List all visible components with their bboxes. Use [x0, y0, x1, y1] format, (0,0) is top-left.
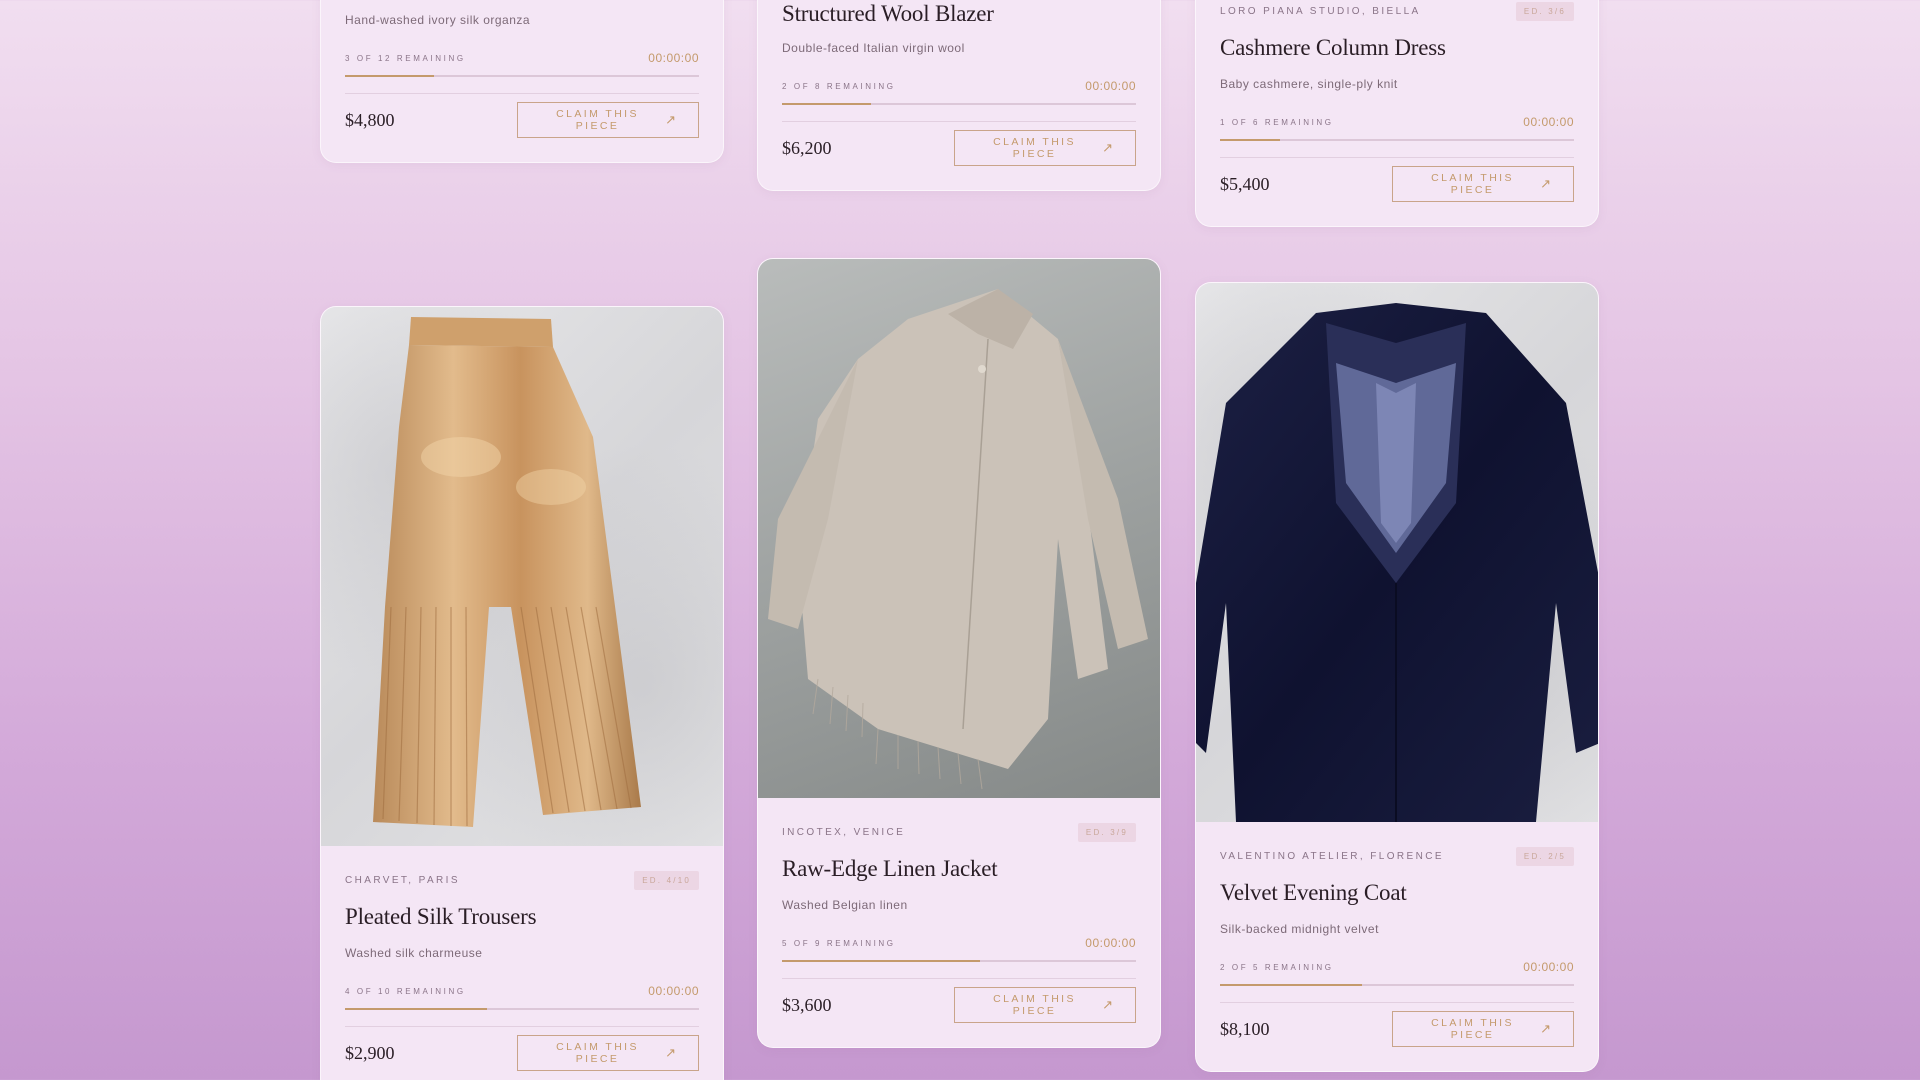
- stock-progress-bar: [1220, 984, 1574, 986]
- countdown-timer: 00:00:00: [648, 984, 699, 998]
- stock-progress-fill: [1220, 139, 1281, 141]
- claim-label: Claim this piece: [993, 136, 1076, 160]
- maker-label: Incotex, Venice: [782, 826, 906, 838]
- product-card-2: Structured Wool Blazer Double-faced Ital…: [757, 0, 1161, 191]
- claim-button[interactable]: Claim this piece ↗: [517, 102, 699, 138]
- stock-progress-bar: [782, 103, 1136, 105]
- remaining-count: 5 of 9 remaining: [782, 938, 896, 948]
- stock-progress-fill: [782, 960, 981, 962]
- product-title: Structured Wool Blazer: [782, 1, 994, 26]
- claim-label: Claim this piece: [556, 108, 639, 132]
- price: $5,400: [1220, 173, 1270, 194]
- claim-button[interactable]: Claim this piece ↗: [517, 1035, 699, 1071]
- velvet-coat-illustration: [1196, 303, 1598, 822]
- divider: [1220, 1002, 1574, 1003]
- stock-progress-fill: [345, 1008, 487, 1010]
- product-description: Silk-backed midnight velvet: [1220, 922, 1379, 936]
- countdown-timer: 00:00:00: [648, 51, 699, 65]
- velvet-evening-coat-photo[interactable]: [1196, 283, 1598, 822]
- claim-button[interactable]: Claim this piece ↗: [1392, 1011, 1574, 1047]
- arrow-up-right-icon: ↗: [665, 112, 676, 127]
- claim-label: Claim this piece: [556, 1041, 639, 1065]
- product-title: Raw-Edge Linen Jacket: [782, 856, 998, 881]
- product-description: Hand-washed ivory silk organza: [345, 13, 531, 27]
- stock-progress-fill: [782, 103, 871, 105]
- product-card-6: Valentino Atelier, Florence Ed. 2/5 Velv…: [1195, 282, 1599, 1072]
- product-description: Baby cashmere, single-ply knit: [1220, 77, 1398, 91]
- claim-label: Claim this piece: [1431, 172, 1514, 196]
- countdown-timer: 00:00:00: [1523, 115, 1574, 129]
- product-card-1: Hand-washed ivory silk organza 3 of 12 r…: [320, 0, 724, 163]
- product-title: Cashmere Column Dress: [1220, 35, 1446, 60]
- product-card-5: Incotex, Venice Ed. 3/9 Raw-Edge Linen J…: [757, 258, 1161, 1048]
- stock-progress-bar: [782, 960, 1136, 962]
- stock-progress-fill: [1220, 984, 1362, 986]
- edition-badge: Ed. 2/5: [1515, 846, 1574, 866]
- countdown-timer: 00:00:00: [1085, 936, 1136, 950]
- remaining-count: 2 of 5 remaining: [1220, 962, 1334, 972]
- stock-progress-fill: [345, 75, 434, 77]
- countdown-timer: 00:00:00: [1523, 960, 1574, 974]
- divider: [345, 93, 699, 94]
- remaining-count: 4 of 10 remaining: [345, 986, 466, 996]
- product-description: Washed silk charmeuse: [345, 946, 483, 960]
- product-title: Velvet Evening Coat: [1220, 880, 1407, 905]
- arrow-up-right-icon: ↗: [1540, 176, 1551, 191]
- product-card-4: Charvet, Paris Ed. 4/10 Pleated Silk Tro…: [320, 306, 724, 1080]
- product-description: Washed Belgian linen: [782, 898, 908, 912]
- stock-progress-bar: [345, 75, 699, 77]
- claim-label: Claim this piece: [993, 993, 1076, 1017]
- linen-jacket-illustration: [768, 289, 1148, 790]
- price: $3,600: [782, 994, 832, 1015]
- product-description: Double-faced Italian virgin wool: [782, 41, 965, 55]
- claim-button[interactable]: Claim this piece ↗: [954, 130, 1136, 166]
- arrow-up-right-icon: ↗: [1540, 1021, 1551, 1036]
- maker-label: Valentino Atelier, Florence: [1220, 850, 1444, 862]
- edition-badge: Ed. 4/10: [634, 870, 699, 890]
- divider: [782, 978, 1136, 979]
- price: $2,900: [345, 1042, 395, 1063]
- trousers-illustration: [373, 317, 641, 827]
- claim-button[interactable]: Claim this piece ↗: [1392, 166, 1574, 202]
- product-card-3: Loro Piana Studio, Biella Ed. 3/6 Cashme…: [1195, 0, 1599, 227]
- maker-label: Charvet, Paris: [345, 874, 460, 886]
- remaining-count: 1 of 6 remaining: [1220, 117, 1334, 127]
- remaining-count: 3 of 12 remaining: [345, 53, 466, 63]
- countdown-timer: 00:00:00: [1085, 79, 1136, 93]
- price: $4,800: [345, 109, 395, 130]
- raw-edge-linen-jacket-photo[interactable]: [758, 259, 1160, 798]
- edition-badge: Ed. 3/6: [1515, 1, 1574, 21]
- claim-button[interactable]: Claim this piece ↗: [954, 987, 1136, 1023]
- divider: [1220, 157, 1574, 158]
- stock-progress-bar: [345, 1008, 699, 1010]
- maker-label: Loro Piana Studio, Biella: [1220, 5, 1421, 17]
- claim-label: Claim this piece: [1431, 1017, 1514, 1041]
- arrow-up-right-icon: ↗: [665, 1045, 676, 1060]
- divider: [345, 1026, 699, 1027]
- remaining-count: 2 of 8 remaining: [782, 81, 896, 91]
- price: $6,200: [782, 137, 832, 158]
- stock-progress-bar: [1220, 139, 1574, 141]
- pleated-silk-trousers-photo[interactable]: [321, 307, 723, 846]
- divider: [782, 121, 1136, 122]
- arrow-up-right-icon: ↗: [1102, 140, 1113, 155]
- product-title: Pleated Silk Trousers: [345, 904, 537, 929]
- arrow-up-right-icon: ↗: [1102, 997, 1113, 1012]
- edition-badge: Ed. 3/9: [1077, 822, 1136, 842]
- price: $8,100: [1220, 1018, 1270, 1039]
